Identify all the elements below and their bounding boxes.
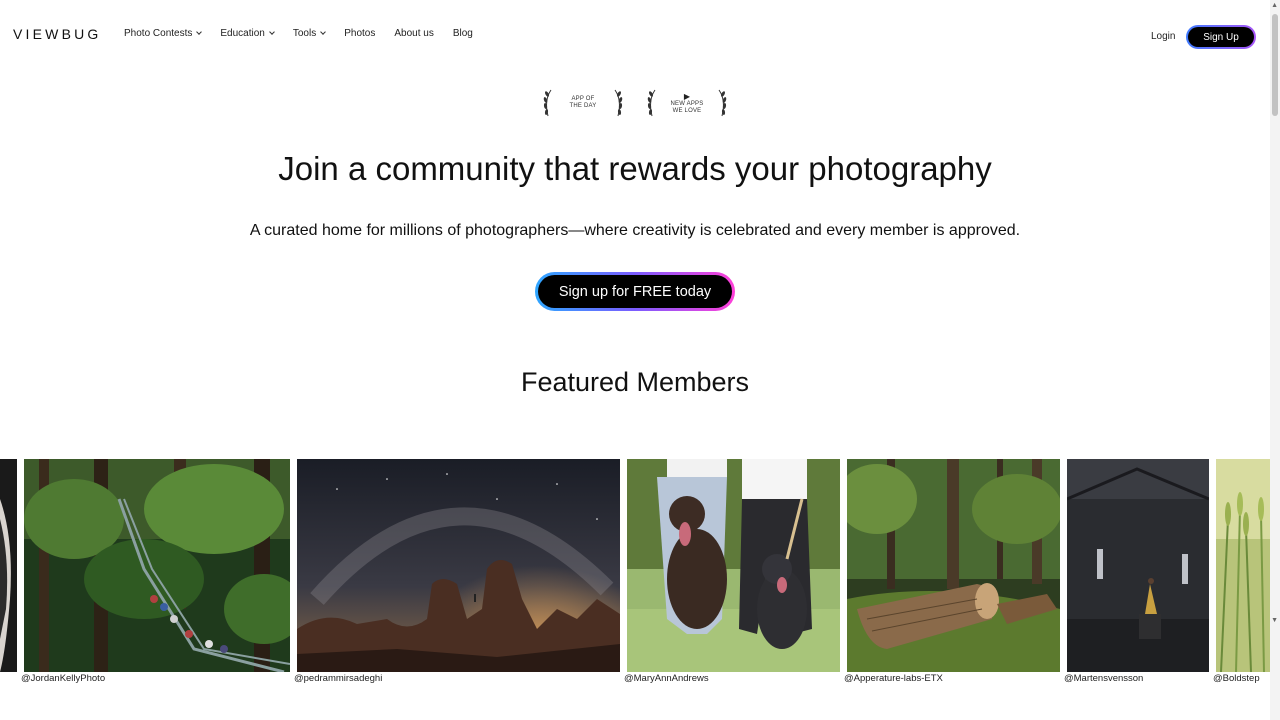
nav-label: Photos xyxy=(344,28,376,39)
member-photo[interactable] xyxy=(297,459,620,672)
featured-members-title: Featured Members xyxy=(520,367,750,397)
member-handle[interactable]: @Apperature-labs-ETX xyxy=(844,673,943,684)
member-handle[interactable]: @MaryAnnAndrews xyxy=(624,673,709,684)
member-handle[interactable]: @pedrammirsadeghi xyxy=(294,673,382,684)
member-photo[interactable] xyxy=(1067,459,1209,672)
member-photo[interactable] xyxy=(627,459,840,672)
hero-subtitle: A curated home for millions of photograp… xyxy=(249,222,1021,239)
badge-line2: WE LOVE xyxy=(672,107,702,114)
chevron-down-icon xyxy=(269,29,275,35)
chevron-down-icon xyxy=(196,29,203,35)
new-apps-we-love-badge: ▶ NEW APPS WE LOVE xyxy=(646,88,728,118)
nav-tools[interactable]: Tools xyxy=(292,28,327,39)
main-nav: Photo Contests Education Tools Photos Ab… xyxy=(124,28,492,39)
nav-label: Tools xyxy=(292,28,317,39)
laurel-left-icon xyxy=(543,89,552,117)
member-handle[interactable]: @Martensvensson xyxy=(1064,673,1143,684)
site-header: VIEWBUG Photo Contests Education Tools P… xyxy=(0,0,1270,70)
nav-blog[interactable]: Blog xyxy=(453,28,473,39)
scroll-down-arrow-icon[interactable]: ▼ xyxy=(1271,617,1278,624)
scroll-thumb[interactable] xyxy=(1272,14,1278,116)
play-store-icon: ▶ xyxy=(683,91,691,101)
laurel-right-icon xyxy=(614,89,623,117)
scroll-up-arrow-icon[interactable]: ▲ xyxy=(1271,2,1278,9)
viewbug-logo[interactable]: VIEWBUG xyxy=(13,26,102,42)
award-badges: APP OF THE DAY ▶ NEW APPS WE LOVE xyxy=(542,88,728,118)
member-handle[interactable]: @JordanKellyPhoto xyxy=(21,673,105,684)
laurel-right-icon xyxy=(718,89,727,117)
page-scrollbar[interactable]: ▲ ▼ xyxy=(1270,0,1280,720)
app-of-the-day-badge: APP OF THE DAY xyxy=(542,88,624,118)
laurel-left-icon xyxy=(647,89,656,117)
member-handle[interactable]: @Boldstep xyxy=(1213,673,1260,684)
nav-about-us[interactable]: About us xyxy=(394,28,433,39)
signup-free-button[interactable]: Sign up for FREE today xyxy=(535,272,735,311)
chevron-down-icon xyxy=(320,29,327,35)
member-photo[interactable] xyxy=(0,459,17,672)
badge-line1: NEW APPS xyxy=(670,100,704,107)
nav-photos[interactable]: Photos xyxy=(344,28,375,39)
signup-button[interactable]: Sign Up xyxy=(1186,25,1256,49)
nav-label: Education xyxy=(220,28,265,39)
nav-education[interactable]: Education xyxy=(220,28,275,39)
hero-title: Join a community that rewards your photo… xyxy=(278,150,992,187)
member-photo[interactable] xyxy=(1216,459,1270,672)
nav-label: About us xyxy=(394,28,434,39)
member-photo[interactable] xyxy=(24,459,290,672)
login-link[interactable]: Login xyxy=(1151,31,1175,42)
nav-label: Blog xyxy=(452,28,473,39)
member-photo[interactable] xyxy=(847,459,1060,672)
nav-photo-contests[interactable]: Photo Contests xyxy=(124,28,203,39)
badge-line2: THE DAY xyxy=(569,103,597,109)
badge-line1: APP OF xyxy=(571,96,595,102)
featured-members-gallery: @JordanKellyPhoto @pedrammirsadeghi @Mar… xyxy=(0,459,1270,689)
nav-label: Photo Contests xyxy=(124,28,193,39)
